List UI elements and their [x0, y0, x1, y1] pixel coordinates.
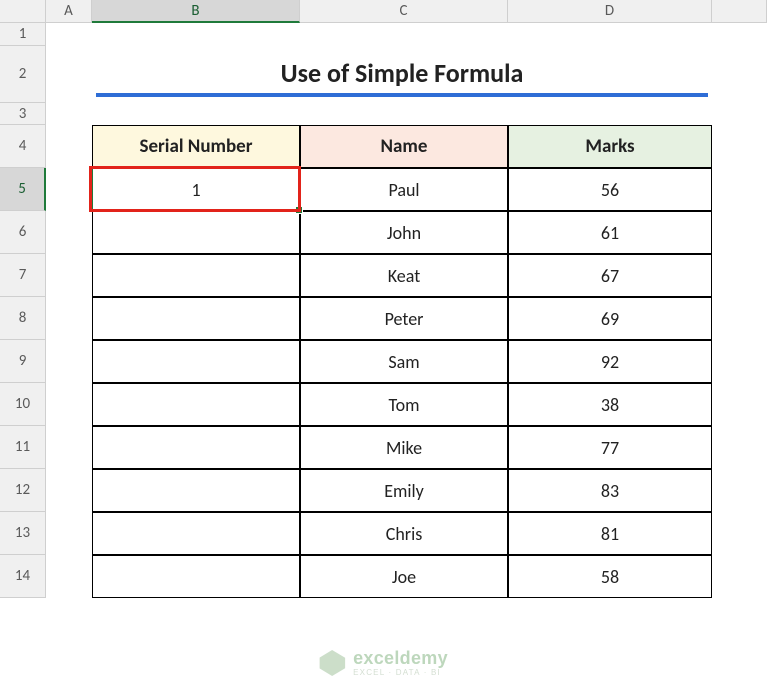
th-name[interactable]: Name — [300, 125, 508, 168]
cell-C12[interactable]: Emily — [300, 469, 508, 512]
row-header-4[interactable]: 4 — [0, 125, 46, 168]
cell-B14[interactable] — [92, 555, 300, 598]
cell-B5[interactable]: 1 — [92, 168, 300, 211]
row-header-8[interactable]: 8 — [0, 297, 46, 340]
row-header-5[interactable]: 5 — [0, 168, 46, 211]
col-header-blank — [712, 0, 767, 23]
cell-C14[interactable]: Joe — [300, 555, 508, 598]
th-marks[interactable]: Marks — [508, 125, 712, 168]
row-header-1[interactable]: 1 — [0, 23, 46, 46]
cell-D5[interactable]: 56 — [508, 168, 712, 211]
cell-C6[interactable]: John — [300, 211, 508, 254]
cell-B13[interactable] — [92, 512, 300, 555]
cell-B6[interactable] — [92, 211, 300, 254]
row-header-3[interactable]: 3 — [0, 103, 46, 125]
row-header-11[interactable]: 11 — [0, 426, 46, 469]
row-header-6[interactable]: 6 — [0, 211, 46, 254]
cell-B11[interactable] — [92, 426, 300, 469]
row-header-12[interactable]: 12 — [0, 469, 46, 512]
data-table: Serial Number Name Marks 1 Paul 56 John … — [92, 125, 712, 598]
col-header-B[interactable]: B — [92, 0, 300, 23]
cell-C11[interactable]: Mike — [300, 426, 508, 469]
cell-D12[interactable]: 83 — [508, 469, 712, 512]
page-title: Use of Simple Formula — [96, 52, 708, 97]
row-header-13[interactable]: 13 — [0, 512, 46, 555]
cell-B12[interactable] — [92, 469, 300, 512]
cell-D11[interactable]: 77 — [508, 426, 712, 469]
cell-C8[interactable]: Peter — [300, 297, 508, 340]
cell-D14[interactable]: 58 — [508, 555, 712, 598]
cell-D13[interactable]: 81 — [508, 512, 712, 555]
cell-B10[interactable] — [92, 383, 300, 426]
watermark-sub: EXCEL · DATA · BI — [353, 669, 448, 677]
cell-D6[interactable]: 61 — [508, 211, 712, 254]
col-header-A[interactable]: A — [46, 0, 92, 23]
col-header-D[interactable]: D — [508, 0, 712, 23]
col-header-C[interactable]: C — [300, 0, 508, 23]
cell-D7[interactable]: 67 — [508, 254, 712, 297]
watermark-title: exceldemy — [353, 649, 448, 667]
cell-D9[interactable]: 92 — [508, 340, 712, 383]
row-header-9[interactable]: 9 — [0, 340, 46, 383]
spreadsheet-grid: A B C D 1 2 3 4 5 6 7 8 9 10 11 12 13 14… — [0, 0, 767, 632]
cell-D10[interactable]: 38 — [508, 383, 712, 426]
row-header-7[interactable]: 7 — [0, 254, 46, 297]
cell-C9[interactable]: Sam — [300, 340, 508, 383]
cell-B9[interactable] — [92, 340, 300, 383]
cell-C13[interactable]: Chris — [300, 512, 508, 555]
row-header-10[interactable]: 10 — [0, 383, 46, 426]
row-header-14[interactable]: 14 — [0, 555, 46, 598]
fill-handle[interactable] — [295, 206, 303, 214]
th-serial[interactable]: Serial Number — [92, 125, 300, 168]
watermark: exceldemy EXCEL · DATA · BI — [319, 649, 448, 677]
cell-C7[interactable]: Keat — [300, 254, 508, 297]
row-header-2[interactable]: 2 — [0, 46, 46, 103]
cell-B8[interactable] — [92, 297, 300, 340]
cell-C10[interactable]: Tom — [300, 383, 508, 426]
cell-B7[interactable] — [92, 254, 300, 297]
cell-C5[interactable]: Paul — [300, 168, 508, 211]
select-all-corner[interactable] — [0, 0, 46, 23]
cell-D8[interactable]: 69 — [508, 297, 712, 340]
watermark-icon — [319, 650, 345, 676]
